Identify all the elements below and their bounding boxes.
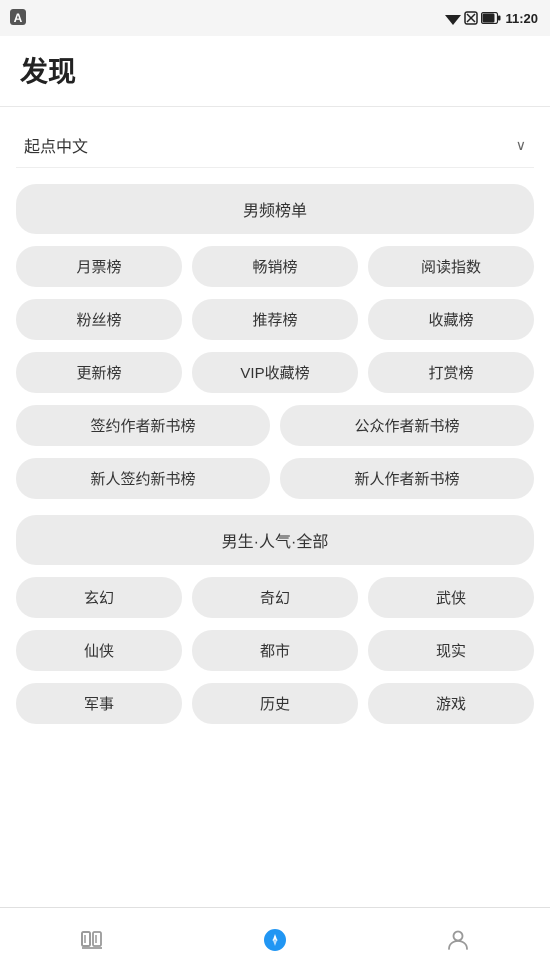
page-title: 发现	[20, 50, 530, 90]
game-btn[interactable]: 游戏	[368, 683, 534, 724]
status-time: 11:20	[505, 11, 538, 26]
person-icon	[445, 927, 471, 959]
xuanhuan-btn[interactable]: 玄幻	[16, 577, 182, 618]
genres-row-3: 军事 历史 游戏	[16, 683, 534, 724]
compass-icon	[262, 927, 288, 959]
fans-chart-btn[interactable]: 粉丝榜	[16, 299, 182, 340]
favorites-btn[interactable]: 收藏榜	[368, 299, 534, 340]
charts-row-5: 新人签约新书榜 新人作者新书榜	[16, 458, 534, 499]
page-header: 发现	[0, 36, 550, 107]
source-dropdown[interactable]: 起点中文 ∨	[16, 123, 534, 168]
bookshelf-icon	[79, 927, 105, 959]
military-btn[interactable]: 军事	[16, 683, 182, 724]
wuxia-btn[interactable]: 武侠	[368, 577, 534, 618]
monthly-ticket-btn[interactable]: 月票榜	[16, 246, 182, 287]
xianxia-btn[interactable]: 仙侠	[16, 630, 182, 671]
nav-discover[interactable]	[183, 908, 366, 977]
bestseller-btn[interactable]: 畅销榜	[192, 246, 358, 287]
recommend-btn[interactable]: 推荐榜	[192, 299, 358, 340]
main-content: 起点中文 ∨ 男频榜单 月票榜 畅销榜 阅读指数 粉丝榜 推荐榜 收藏榜 更新榜…	[0, 107, 550, 907]
history-btn[interactable]: 历史	[192, 683, 358, 724]
reward-btn[interactable]: 打赏榜	[368, 352, 534, 393]
genres-row-2: 仙侠 都市 现实	[16, 630, 534, 671]
newbie-author-btn[interactable]: 新人作者新书榜	[280, 458, 534, 499]
qihuan-btn[interactable]: 奇幻	[192, 577, 358, 618]
charts-row-3: 更新榜 VIP收藏榜 打赏榜	[16, 352, 534, 393]
signed-author-new-btn[interactable]: 签约作者新书榜	[16, 405, 270, 446]
status-app-icon: A	[8, 7, 28, 30]
update-chart-btn[interactable]: 更新榜	[16, 352, 182, 393]
male-charts-btn[interactable]: 男频榜单	[16, 184, 534, 234]
status-right-icons: 11:20	[445, 11, 538, 26]
xianshi-btn[interactable]: 现实	[368, 630, 534, 671]
svg-text:A: A	[14, 11, 23, 25]
charts-row-1: 月票榜 畅销榜 阅读指数	[16, 246, 534, 287]
chevron-down-icon: ∨	[516, 137, 526, 154]
nav-bookshelf[interactable]	[0, 908, 183, 977]
nav-profile[interactable]	[367, 908, 550, 977]
charts-row-4: 签约作者新书榜 公众作者新书榜	[16, 405, 534, 446]
bottom-nav	[0, 907, 550, 977]
public-author-new-btn[interactable]: 公众作者新书榜	[280, 405, 534, 446]
status-bar: A 11:20	[0, 0, 550, 36]
vip-favorites-btn[interactable]: VIP收藏榜	[192, 352, 358, 393]
newbie-signed-btn[interactable]: 新人签约新书榜	[16, 458, 270, 499]
charts-row-2: 粉丝榜 推荐榜 收藏榜	[16, 299, 534, 340]
male-genres-btn[interactable]: 男生·人气·全部	[16, 515, 534, 565]
reading-index-btn[interactable]: 阅读指数	[368, 246, 534, 287]
genres-row-1: 玄幻 奇幻 武侠	[16, 577, 534, 618]
dropdown-label: 起点中文	[24, 133, 88, 157]
dushi-btn[interactable]: 都市	[192, 630, 358, 671]
